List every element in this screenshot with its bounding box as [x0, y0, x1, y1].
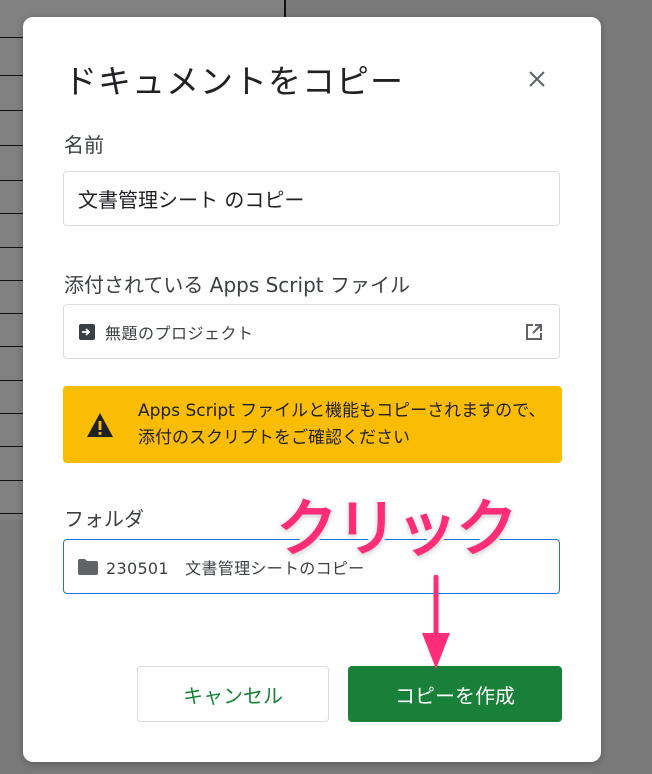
grid-line	[0, 213, 24, 214]
close-button[interactable]	[521, 63, 553, 95]
warning-text: Apps Script ファイルと機能もコピーされますので、添付のスクリプトをご…	[138, 400, 546, 448]
grid-line	[0, 480, 24, 481]
warning-banner: Apps Script ファイルと機能もコピーされますので、添付のスクリプトをご…	[63, 386, 562, 463]
annotation-arrow-icon	[422, 575, 450, 669]
name-input[interactable]	[64, 172, 559, 225]
copy-document-dialog: ドキュメントをコピー 名前 添付されている Apps Script ファイル 無…	[23, 17, 601, 762]
apps-script-file-name: 無題のプロジェクト	[105, 323, 254, 343]
click-annotation-label: クリック	[273, 489, 521, 568]
grid-line	[0, 380, 24, 381]
folder-icon	[78, 558, 98, 575]
grid-line	[0, 37, 24, 38]
open-in-new-icon[interactable]	[524, 322, 544, 342]
grid-line	[0, 75, 24, 76]
name-field-box	[63, 171, 560, 226]
grid-line	[0, 110, 24, 111]
grid-line	[0, 346, 24, 347]
grid-line	[0, 180, 24, 181]
grid-line	[0, 280, 24, 281]
apps-script-label: 添付されている Apps Script ファイル	[64, 273, 410, 297]
folder-label: フォルダ	[64, 507, 144, 531]
apps-script-icon	[79, 323, 95, 340]
grid-line	[0, 145, 24, 146]
grid-line	[0, 513, 24, 514]
grid-line	[0, 313, 24, 314]
apps-script-file-field: 無題のプロジェクト	[63, 304, 560, 359]
warning-icon	[86, 412, 114, 438]
grid-line	[0, 247, 24, 248]
name-label: 名前	[64, 133, 104, 157]
grid-line	[0, 413, 24, 414]
close-icon	[529, 71, 545, 87]
cancel-button[interactable]: キャンセル	[137, 666, 329, 722]
dialog-title: ドキュメントをコピー	[64, 62, 404, 101]
grid-line	[0, 446, 24, 447]
